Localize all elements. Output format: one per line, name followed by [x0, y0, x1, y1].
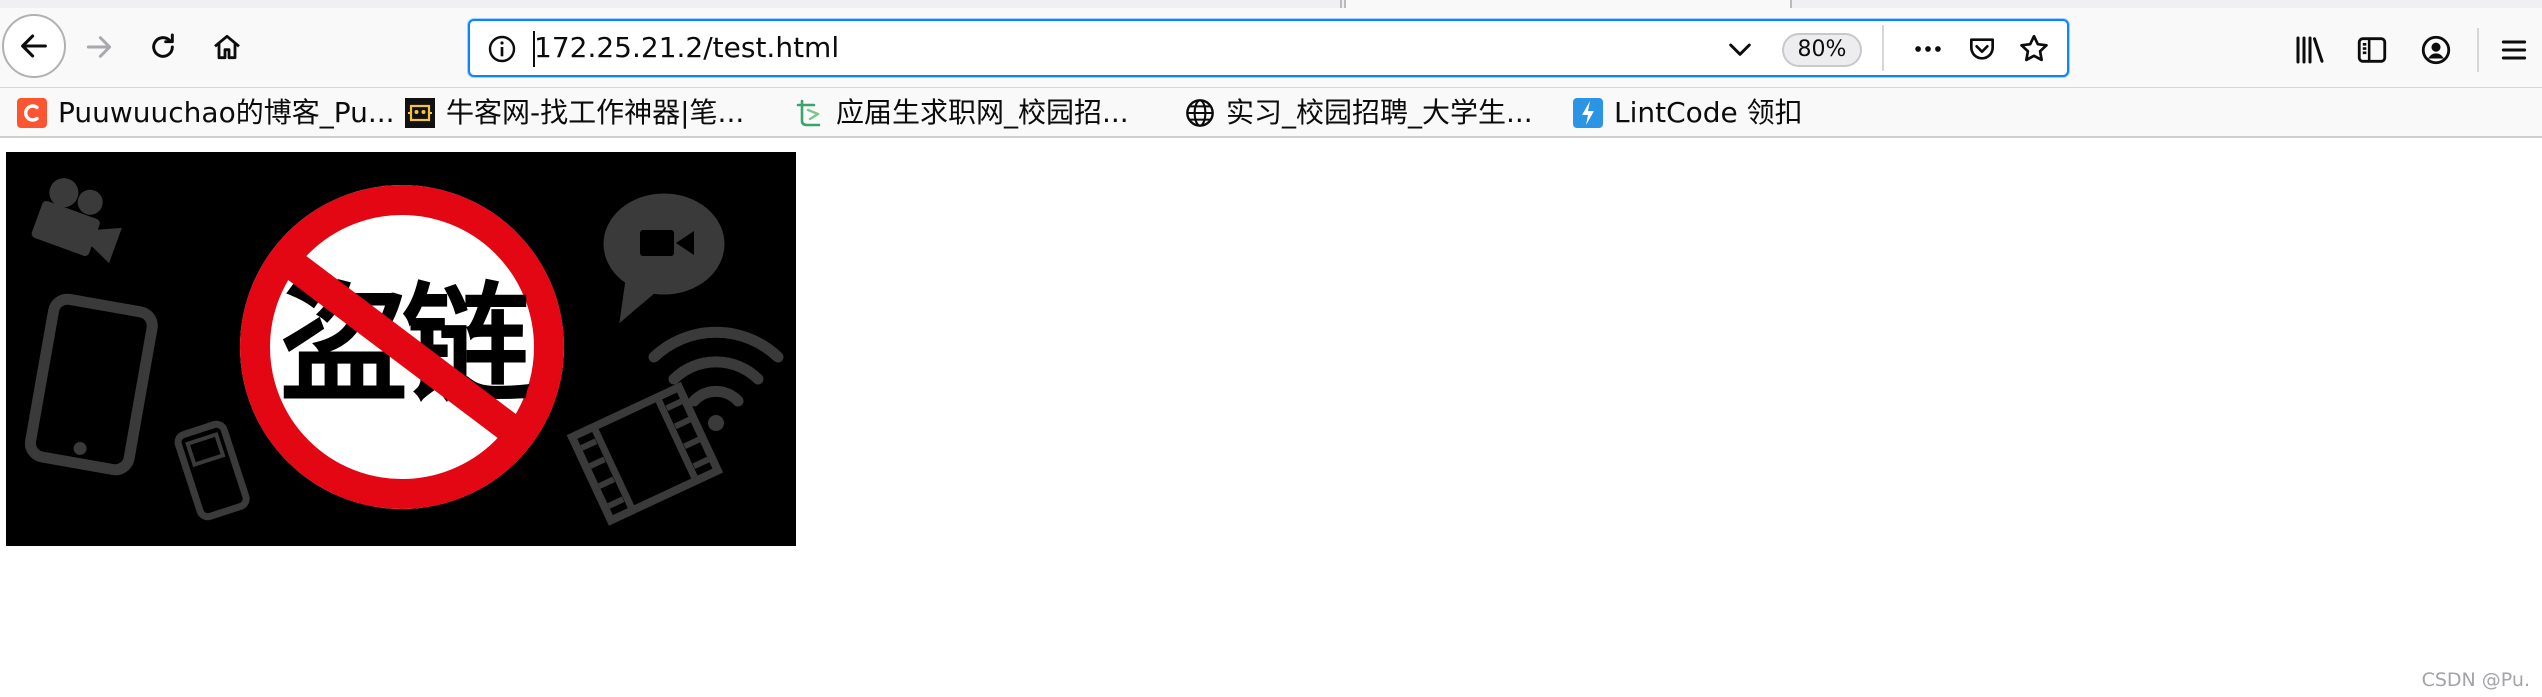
no-hotlinking-image: 盗链: [6, 152, 796, 546]
bookmark-item[interactable]: LintCode 领扣: [1572, 94, 1803, 132]
home-button[interactable]: [196, 16, 258, 78]
back-icon: [21, 34, 47, 58]
bookmark-label: 实习_校园招聘_大学生...: [1226, 96, 1533, 129]
page-actions-button[interactable]: [1910, 31, 1946, 67]
bookmark-star-button[interactable]: [2016, 31, 2052, 67]
account-icon: [2421, 35, 2451, 65]
nowcoder-icon: [404, 97, 436, 129]
yingjiesheng-icon: [794, 97, 826, 129]
prohibition-sign: 盗链: [240, 185, 564, 509]
bookmarks-toolbar: Puuwuuchao的博客_Pu... 牛客网-找工作神器|笔... 应届生求职…: [0, 88, 2542, 138]
bookmark-item[interactable]: 牛客网-找工作神器|笔...: [404, 94, 744, 132]
library-icon: [2296, 36, 2324, 64]
page-actions-icon: [1915, 46, 1941, 52]
tab-strip: [0, 0, 2542, 8]
account-button[interactable]: [2416, 30, 2456, 70]
page-content: 盗链 CSDN @Pu.: [0, 140, 2542, 697]
menu-icon: [2501, 40, 2527, 60]
forward-button[interactable]: [68, 16, 130, 78]
bookmark-item[interactable]: 实习_校园招聘_大学生...: [1184, 94, 1533, 132]
url-dropdown-icon[interactable]: [1724, 33, 1756, 65]
tab-separator: [1340, 0, 1342, 8]
reload-button[interactable]: [132, 16, 194, 78]
no-hotlinking-sign: 盗链: [6, 152, 796, 546]
lintcode-icon: [1572, 97, 1604, 129]
toolbar-divider: [2477, 28, 2479, 72]
pocket-button[interactable]: [1964, 31, 2000, 67]
bookmark-item[interactable]: Puuwuuchao的博客_Pu...: [16, 94, 395, 132]
pocket-icon: [1970, 38, 1994, 60]
menu-button[interactable]: [2494, 30, 2534, 70]
url-bar-divider: [1882, 25, 1884, 71]
back-button[interactable]: [2, 14, 66, 78]
home-icon: [214, 34, 240, 60]
forward-icon: [86, 36, 112, 58]
sidebar-icon: [2357, 37, 2387, 63]
sidebar-button[interactable]: [2352, 30, 2392, 70]
csdn-watermark: CSDN @Pu.: [2421, 669, 2530, 691]
bookmark-label: LintCode 领扣: [1614, 96, 1803, 129]
page-info-icon[interactable]: [486, 33, 518, 65]
browser-window: 172.25.21.2/test.html 80% Puuwuuchao的博客_…: [0, 0, 2542, 697]
bookmark-label: Puuwuuchao的博客_Pu...: [58, 96, 395, 129]
csdn-icon: [16, 97, 48, 129]
url-bar[interactable]: 172.25.21.2/test.html 80%: [468, 19, 2069, 77]
navigation-toolbar: 172.25.21.2/test.html 80%: [0, 8, 2542, 88]
globe-icon: [1184, 97, 1216, 129]
bookmark-label: 牛客网-找工作神器|笔...: [446, 96, 745, 129]
library-button[interactable]: [2290, 30, 2330, 70]
bookmark-star-icon: [2020, 34, 2048, 62]
zoom-reset-button[interactable]: 80%: [1782, 33, 1862, 67]
bookmark-label: 应届生求职网_校园招...: [836, 96, 1129, 129]
reload-icon: [152, 33, 174, 58]
bookmark-item[interactable]: 应届生求职网_校园招...: [794, 94, 1129, 132]
url-text[interactable]: 172.25.21.2/test.html: [534, 28, 839, 68]
active-tab[interactable]: [1344, 0, 1792, 8]
